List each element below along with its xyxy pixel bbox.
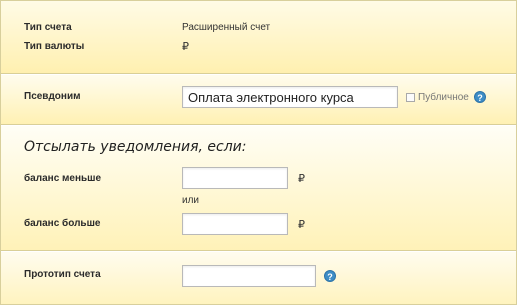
prototype-help-icon[interactable]: ? <box>324 270 336 282</box>
alias-section: Псевдоним Публичное ? <box>1 74 516 125</box>
alias-input[interactable] <box>182 86 398 108</box>
balance-more-currency: ₽ <box>298 219 305 231</box>
balance-less-label: баланс меньше <box>24 173 102 184</box>
public-checkbox[interactable] <box>406 93 415 102</box>
prototype-label: Прототип счета <box>24 269 101 280</box>
alias-help-icon[interactable]: ? <box>474 91 486 103</box>
prototype-input[interactable] <box>182 265 316 287</box>
balance-less-currency: ₽ <box>298 173 305 185</box>
account-info-section: Тип счета Расширенный счет Тип валюты ₽ <box>1 1 516 74</box>
account-type-value: Расширенный счет <box>182 22 271 33</box>
balance-more-input[interactable] <box>182 213 288 235</box>
alias-label: Псевдоним <box>24 91 81 102</box>
public-checkbox-label: Публичное <box>418 92 469 103</box>
account-settings-form: Тип счета Расширенный счет Тип валюты ₽ … <box>0 0 517 305</box>
notifications-section: Отсылать уведомления, если: баланс меньш… <box>1 125 516 251</box>
or-label: или <box>182 195 200 206</box>
balance-more-label: баланс больше <box>24 218 101 229</box>
prototype-section: Прототип счета ? <box>1 251 516 304</box>
account-type-label: Тип счета <box>24 22 72 33</box>
currency-type-value: ₽ <box>182 41 189 53</box>
balance-less-input[interactable] <box>182 167 288 189</box>
currency-type-label: Тип валюты <box>24 41 85 52</box>
notifications-heading: Отсылать уведомления, если: <box>24 139 247 155</box>
